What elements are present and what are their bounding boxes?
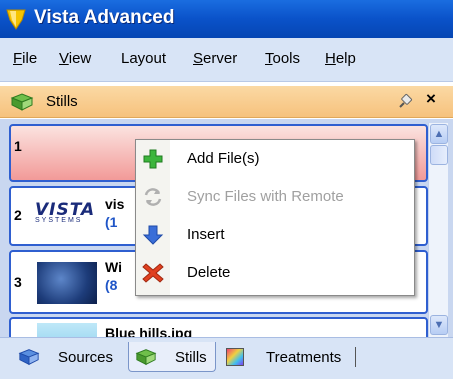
panel-title: Stills [46,93,78,110]
water-thumbnail [37,262,97,304]
tab-label: Stills [175,349,207,366]
menu-tools-accel: T [265,50,273,67]
app-shield-icon [6,9,26,30]
window-title: Vista Advanced [34,7,175,28]
menu-file[interactable]: File [13,50,37,67]
item-name: Wi [105,259,122,275]
menu-tools-rest: ools [272,50,301,67]
menu-bar: File View Layout Server Tools Help [0,38,453,82]
plus-icon [143,149,163,169]
menu-view-accel: V [59,50,69,67]
scroll-up-button[interactable]: ▲ [430,124,448,144]
item-name: vis [105,196,125,212]
list-item[interactable]: Blue hills.jpg [9,317,428,337]
context-menu-label: Sync Files with Remote [187,188,344,205]
menu-file-rest: ile [22,50,38,67]
vertical-scrollbar[interactable]: ▲ ▼ [428,123,448,337]
menu-file-accel: F [13,50,23,67]
item-number: 3 [14,274,22,290]
menu-server-rest: erver [203,50,238,67]
menu-server[interactable]: Server [193,50,237,67]
item-number: 1 [14,138,22,154]
item-name: Blue hills.jpg [105,325,193,337]
menu-help[interactable]: Help [325,50,356,67]
context-menu-delete[interactable]: Delete [136,256,414,290]
context-menu: Add File(s) Sync Files with Remote Inser… [135,139,415,296]
context-menu-add-files[interactable]: Add File(s) [136,142,414,176]
menu-layout-label: Layout [121,50,167,67]
context-menu-insert[interactable]: Insert [136,218,414,252]
context-menu-label: Delete [187,264,231,281]
menu-help-rest: elp [335,50,356,67]
down-arrow-icon [142,225,164,245]
treatments-icon [226,348,244,366]
menu-tools[interactable]: Tools [265,50,300,67]
item-number: 2 [14,207,22,223]
panel-close-button[interactable]: × [426,89,436,109]
tab-sources[interactable]: Sources [14,342,124,372]
tab-separator [355,347,356,367]
scroll-thumb[interactable] [430,145,448,165]
menu-layout[interactable]: Layout [121,50,166,67]
bottom-tab-bar: Sources Stills Treatments [0,337,453,379]
vista-logo-thumbnail: VISTA SYSTEMS [35,200,94,234]
book-icon [135,349,157,366]
menu-server-accel: S [193,50,204,67]
tab-stills[interactable]: Stills [128,342,216,372]
tab-label: Treatments [266,349,342,366]
stills-panel-header: Stills × [0,86,453,118]
context-menu-label: Add File(s) [187,150,260,167]
book-icon [18,349,40,366]
tab-label: Sources [58,349,114,366]
pin-icon[interactable] [396,93,414,111]
menu-help-accel: H [325,50,336,67]
blue-hills-thumbnail [37,323,97,337]
sync-icon [144,188,162,206]
context-menu-sync-files: Sync Files with Remote [136,180,414,214]
book-icon [10,93,34,111]
item-subtitle: (8 [105,277,118,293]
delete-x-icon [142,263,164,283]
menu-view[interactable]: View [59,50,91,67]
scroll-down-button[interactable]: ▼ [430,315,448,335]
tab-treatments[interactable]: Treatments [222,342,354,372]
item-subtitle: (1 [105,214,118,230]
title-bar: Vista Advanced [0,0,453,38]
context-menu-label: Insert [187,226,225,243]
menu-view-rest: iew [68,50,92,67]
